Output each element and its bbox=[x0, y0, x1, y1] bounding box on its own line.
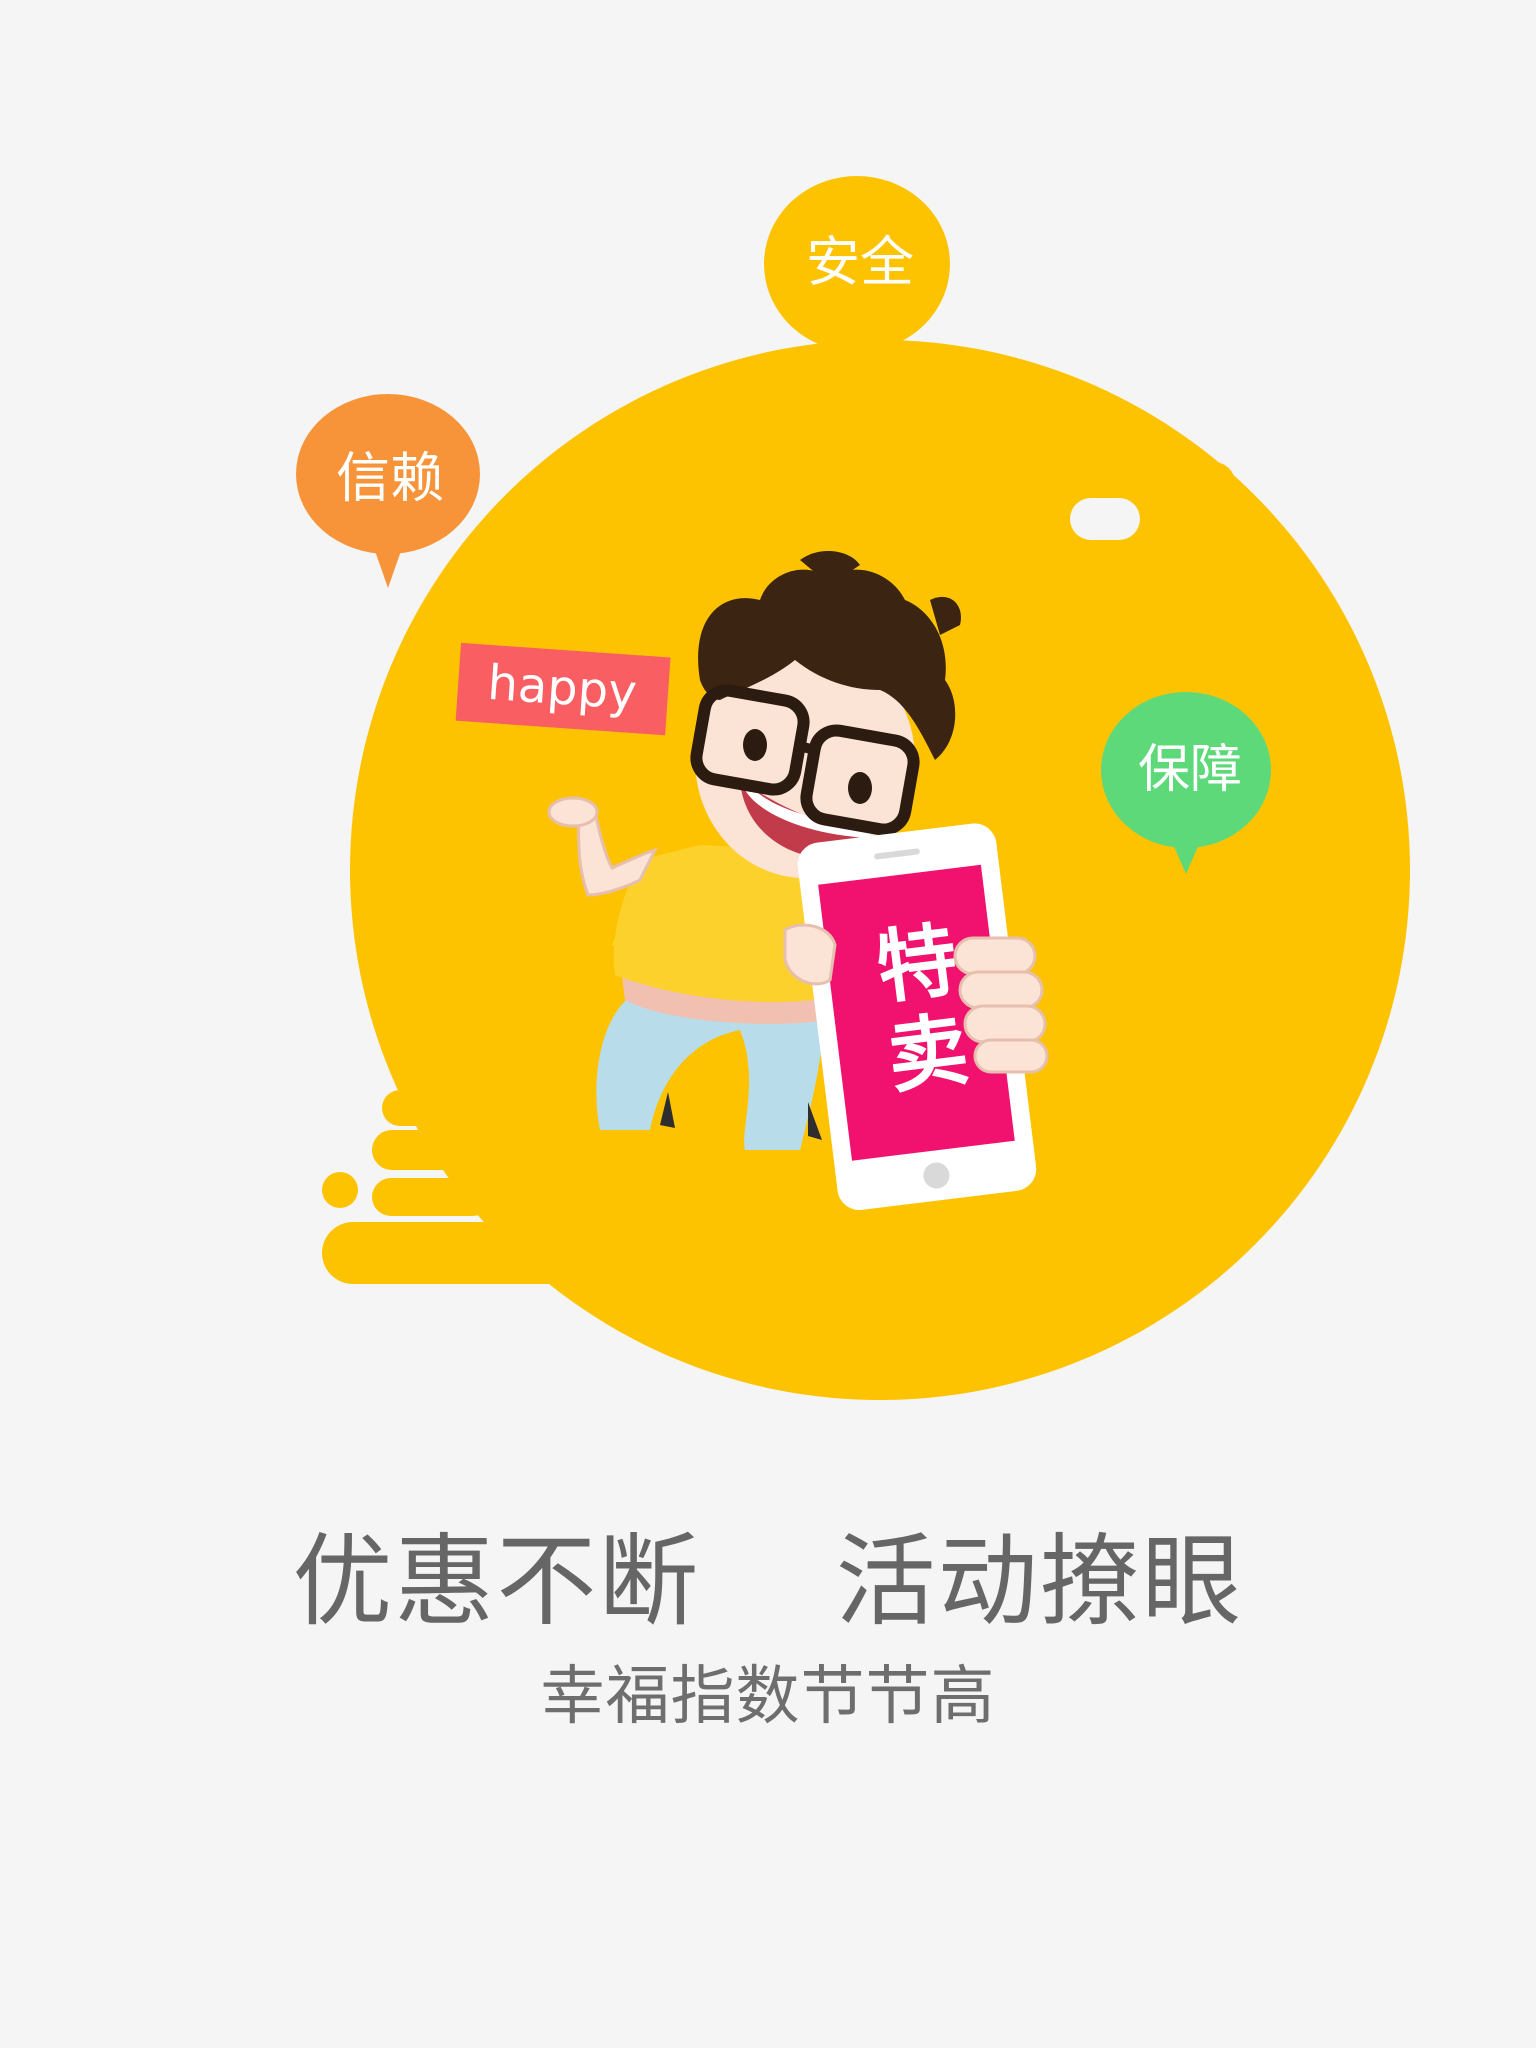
bubble-trust-label: 信赖 bbox=[336, 447, 444, 510]
happy-tag: happy bbox=[455, 642, 671, 736]
promo-illustration: 信赖 安全 保障 happy 特卖 bbox=[296, 176, 1410, 1400]
subline: 幸福指数节节高 bbox=[540, 1660, 996, 1734]
splash-screen: 信赖 安全 保障 happy 特卖 优惠不断 活动撩眼 幸福指数节节高 bbox=[0, 0, 1536, 2048]
bubble-safety-label: 安全 bbox=[806, 231, 914, 294]
bubble-guarantee-label: 保障 bbox=[1138, 740, 1242, 800]
headline: 优惠不断 活动撩眼 bbox=[292, 1523, 1244, 1640]
happy-tag-label: happy bbox=[486, 655, 639, 721]
